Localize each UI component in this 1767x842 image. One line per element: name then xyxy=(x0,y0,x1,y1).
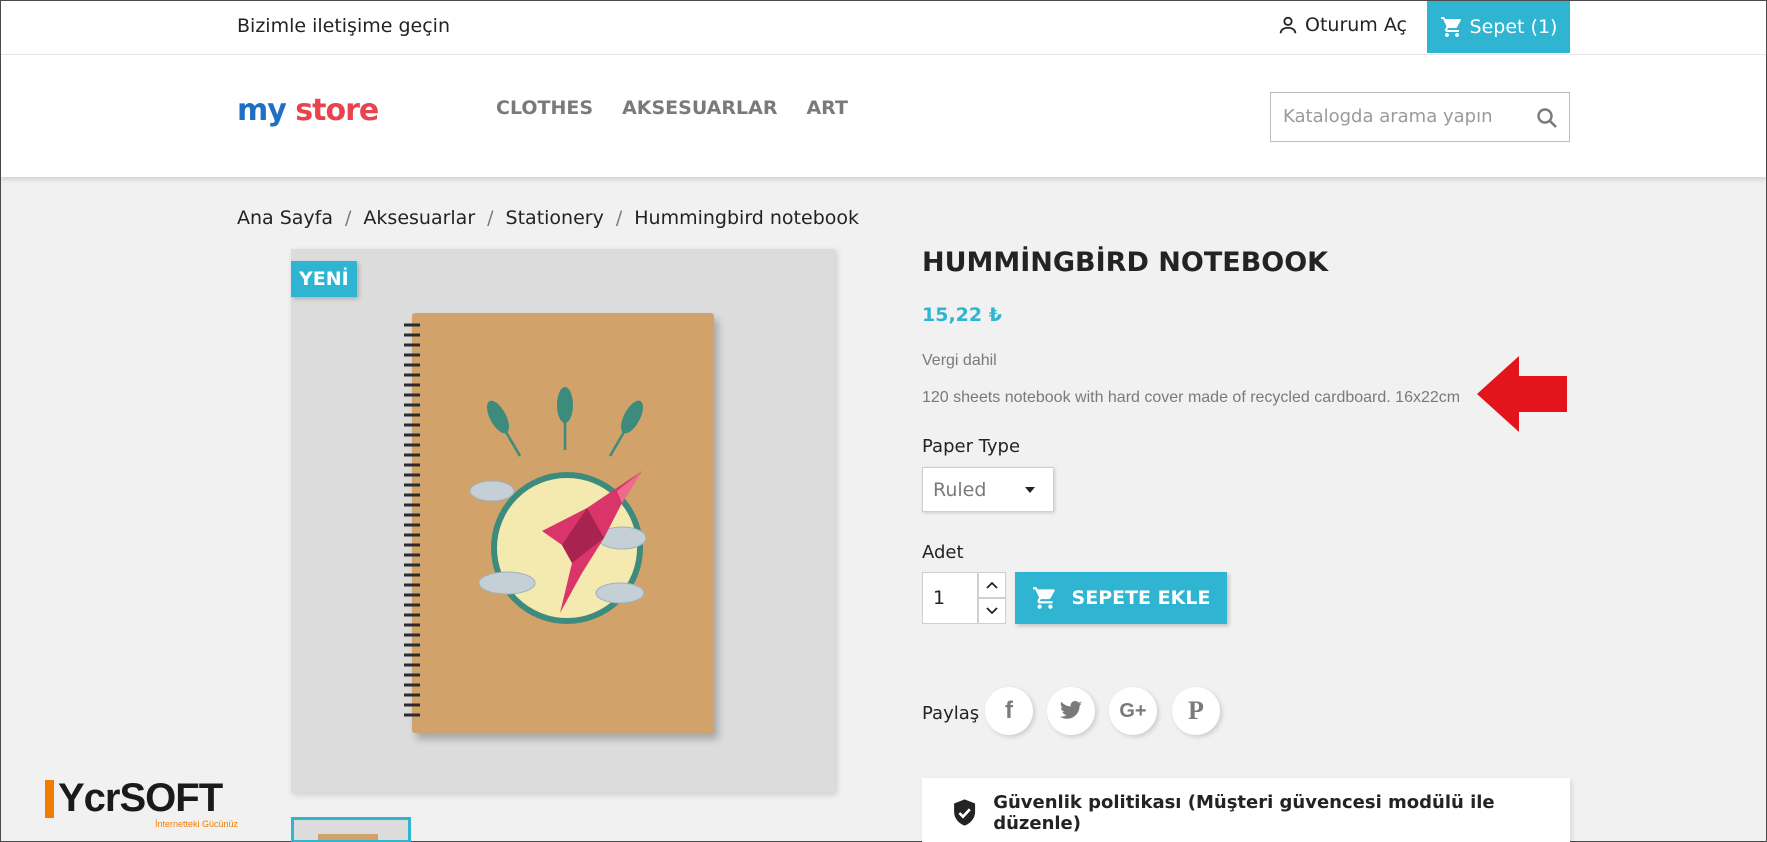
logo-my: my xyxy=(237,93,287,128)
signin-label: Oturum Aç xyxy=(1305,14,1407,36)
ycrsoft-watermark: YcrSOFT İnternetteki Gücünüz xyxy=(45,776,238,829)
watermark-tagline: İnternetteki Gücünüz xyxy=(155,819,239,829)
add-to-cart-label: SEPETE EKLE xyxy=(1071,587,1211,609)
cart-label: Sepet (1) xyxy=(1469,16,1558,38)
user-icon xyxy=(1279,16,1297,34)
product-description: 120 sheets notebook with hard cover made… xyxy=(922,389,1461,406)
search-box xyxy=(1270,92,1570,142)
breadcrumb-separator: / xyxy=(345,207,352,229)
notebook-spiral xyxy=(404,323,420,717)
product-thumbnail[interactable] xyxy=(291,817,411,842)
breadcrumb-separator: / xyxy=(615,207,623,229)
quantity-input[interactable]: 1 xyxy=(922,572,978,624)
nav-item-aksesuarlar[interactable]: AKSESUARLAR xyxy=(622,97,777,119)
watermark-logo: YcrSOFT xyxy=(45,776,223,821)
security-policy-block: Güvenlik politikası (Müşteri güvencesi m… xyxy=(922,778,1570,842)
paper-type-select[interactable]: Ruled xyxy=(922,467,1054,512)
share-google-plus-button[interactable]: G+ xyxy=(1109,687,1157,735)
facebook-icon: f xyxy=(1005,697,1013,724)
red-arrow-icon xyxy=(1477,356,1567,432)
store-logo[interactable]: my store xyxy=(237,93,379,128)
quantity-label: Adet xyxy=(922,542,964,563)
paper-type-value: Ruled xyxy=(933,478,987,501)
nav-item-clothes[interactable]: CLOTHES xyxy=(496,97,593,119)
thumbnail-notebook xyxy=(318,834,378,840)
new-badge: YENİ xyxy=(291,261,357,297)
cart-button[interactable]: Sepet (1) xyxy=(1427,1,1570,53)
chevron-up-icon xyxy=(986,581,998,589)
main-nav: CLOTHES AKSESUARLAR ART xyxy=(496,97,848,119)
hummingbird-illustration xyxy=(469,387,647,624)
share-pinterest-button[interactable]: P xyxy=(1172,687,1220,735)
top-bar: Bizimle iletişime geçin Oturum Aç Sepet … xyxy=(1,1,1766,55)
breadcrumb-aksesuarlar[interactable]: Aksesuarlar xyxy=(363,207,475,229)
share-label: Paylaş xyxy=(922,703,980,724)
contact-link[interactable]: Bizimle iletişime geçin xyxy=(237,15,450,37)
breadcrumb-current[interactable]: Hummingbird notebook xyxy=(634,207,859,229)
chevron-down-icon xyxy=(986,607,998,615)
cart-icon xyxy=(1440,17,1461,37)
quantity-increment[interactable] xyxy=(978,572,1006,598)
breadcrumb-home[interactable]: Ana Sayfa xyxy=(237,207,333,229)
watermark-bar xyxy=(45,779,54,818)
nav-item-art[interactable]: ART xyxy=(806,97,847,119)
caret-down-icon xyxy=(1025,487,1035,493)
quantity-decrement[interactable] xyxy=(978,598,1006,624)
share-facebook-button[interactable]: f xyxy=(985,687,1033,735)
breadcrumb-stationery[interactable]: Stationery xyxy=(506,207,604,229)
google-plus-icon: G+ xyxy=(1119,699,1147,722)
main-header: my store CLOTHES AKSESUARLAR ART xyxy=(1,55,1766,177)
shield-check-icon xyxy=(954,799,976,826)
share-twitter-button[interactable] xyxy=(1047,687,1095,735)
add-to-cart-button[interactable]: SEPETE EKLE xyxy=(1015,572,1227,624)
paper-type-label: Paper Type xyxy=(922,436,1021,457)
breadcrumb: Ana Sayfa / Aksesuarlar / Stationery / H… xyxy=(237,207,859,229)
product-price: 15,22 ₺ xyxy=(922,304,1002,326)
search-icon[interactable] xyxy=(1535,106,1559,130)
security-policy-text: Güvenlik politikası (Müşteri güvencesi m… xyxy=(993,792,1495,834)
pinterest-icon: P xyxy=(1188,696,1204,725)
cart-icon xyxy=(1032,587,1055,609)
breadcrumb-separator: / xyxy=(487,207,494,229)
notebook-image xyxy=(412,313,714,733)
search-input[interactable] xyxy=(1271,93,1521,139)
twitter-icon xyxy=(1059,701,1082,719)
tax-note: Vergi dahil xyxy=(922,352,997,369)
product-title: HUMMİNGBİRD NOTEBOOK xyxy=(922,247,1329,278)
signin-link[interactable]: Oturum Aç xyxy=(1277,14,1407,36)
watermark-brand: YcrSOFT xyxy=(58,776,223,820)
logo-store: store xyxy=(295,93,379,128)
